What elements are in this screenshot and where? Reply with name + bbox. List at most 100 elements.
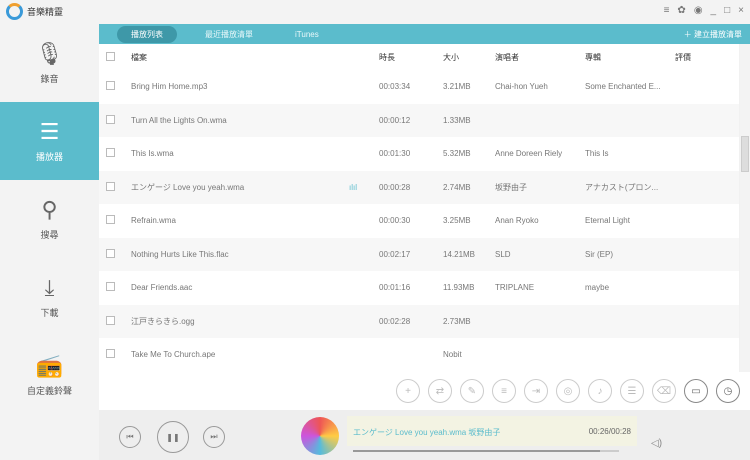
history-button[interactable]: ◷ (716, 379, 740, 403)
convert-icon: ⇄ (435, 385, 445, 397)
now-playing-title: エンゲージ Love you yeah.wma 坂野由子 (353, 428, 501, 437)
artist: Anan Ryoko (495, 216, 539, 226)
tab-bar: 播放列表 最近播放清單 iTunes ＋ 建立播放清單 (99, 24, 750, 44)
search-icon: ⚲ (41, 196, 58, 222)
previous-button[interactable]: ⏮ (119, 426, 141, 448)
add-button[interactable]: + (396, 379, 420, 403)
table-row[interactable]: Nothing Hurts Like This.flac 00:02:17 14… (99, 237, 739, 271)
row-checkbox[interactable] (106, 81, 115, 91)
album-art (301, 417, 339, 455)
row-checkbox[interactable] (106, 315, 115, 325)
sidebar-item-record[interactable]: 🎙 錄音 (0, 24, 99, 102)
row-checkbox[interactable] (106, 282, 115, 292)
next-icon: ⏭ (210, 432, 218, 441)
app-title: 音樂精靈 (27, 7, 64, 17)
artist: TRIPLANE (495, 283, 535, 293)
scrollbar-thumb[interactable] (741, 136, 749, 172)
folder-button[interactable]: ▭ (684, 379, 708, 403)
delete-icon: ⌫ (656, 385, 672, 397)
table-row[interactable]: 江戸きらきら.ogg 00:02:28 2.73MB (99, 304, 739, 338)
table-row[interactable]: Take Me To Church.ape Nobit (99, 338, 739, 372)
skin-icon[interactable]: ◉ (694, 5, 703, 16)
playlist-button[interactable]: ☰ (620, 379, 644, 403)
export-button[interactable]: ⇥ (524, 379, 548, 403)
row-checkbox[interactable] (106, 181, 115, 191)
table-header: 檔案 時長 大小 演唱者 專輯 評價 (99, 44, 739, 70)
sidebar-item-search[interactable]: ⚲ 搜尋 (0, 180, 99, 258)
table-row[interactable]: Turn All the Lights On.wma 00:00:12 1.33… (99, 103, 739, 137)
export-icon: ⇥ (531, 385, 541, 397)
scrollbar[interactable] (740, 44, 750, 372)
progress-bar[interactable] (353, 450, 619, 452)
size: 3.21MB (443, 82, 471, 92)
duration: 00:02:28 (379, 316, 411, 326)
song-table: 檔案 時長 大小 演唱者 專輯 評價 Bring Him Home.mp3 00… (99, 44, 739, 372)
close-button[interactable]: × (738, 5, 744, 16)
sidebar-item-ringtone[interactable]: 📻 自定義鈴聲 (0, 336, 99, 414)
now-playing: エンゲージ Love you yeah.wma 坂野由子 00:26/00:28 (347, 416, 637, 446)
volume-icon[interactable]: ◁) (651, 438, 662, 449)
table-row[interactable]: Dear Friends.aac 00:01:16 11.93MB TRIPLA… (99, 271, 739, 305)
header-artist[interactable]: 演唱者 (495, 52, 585, 63)
sidebar-item-download[interactable]: ⤓ 下載 (0, 258, 99, 336)
tab-playlist[interactable]: 播放列表 (117, 25, 177, 43)
next-button[interactable]: ⏭ (203, 426, 225, 448)
edit-button[interactable]: ✎ (460, 379, 484, 403)
header-album[interactable]: 專輯 (585, 52, 675, 63)
settings-icon[interactable]: ✿ (677, 5, 685, 16)
artist: 坂野由子 (495, 182, 527, 192)
sidebar: 🎙 錄音 ☰ 播放器 ⚲ 搜尋 ⤓ 下載 📻 自定義鈴聲 (0, 24, 99, 460)
row-checkbox[interactable] (106, 215, 115, 225)
size: 14.21MB (443, 249, 476, 259)
cd-button[interactable]: ◎ (556, 379, 580, 403)
tab-recent[interactable]: 最近播放清單 (191, 26, 267, 43)
download-icon: ⤓ (44, 274, 55, 300)
edit-icon: ✎ (467, 385, 477, 397)
header-file[interactable]: 檔案 (131, 52, 349, 63)
microphone-icon: 🎙 (35, 40, 64, 66)
list-button[interactable]: ≡ (492, 379, 516, 403)
header-rating[interactable]: 評價 (675, 52, 735, 63)
title-bar: 音樂精靈 ≡ ✿ ◉ _ □ × (0, 0, 750, 24)
table-row[interactable]: エンゲージ Love you yeah.wma ılıl 00:00:28 2.… (99, 170, 739, 204)
sidebar-item-player[interactable]: ☰ 播放器 (0, 102, 99, 180)
album: Sir (EP) (585, 249, 613, 259)
duration: 00:02:17 (379, 249, 411, 259)
row-checkbox[interactable] (106, 349, 115, 359)
add-icon: + (405, 385, 411, 397)
file-name: Refrain.wma (131, 216, 176, 226)
file-name: Nothing Hurts Like This.flac (131, 249, 229, 259)
logo-icon (6, 3, 23, 20)
cd-icon: ◎ (563, 385, 573, 397)
header-duration[interactable]: 時長 (379, 52, 443, 63)
artist: Chai-hon Yueh (495, 82, 548, 92)
row-checkbox[interactable] (106, 148, 115, 158)
delete-button[interactable]: ⌫ (652, 379, 676, 403)
convert-button[interactable]: ⇄ (428, 379, 452, 403)
file-name: Turn All the Lights On.wma (131, 115, 227, 125)
maximize-button[interactable]: □ (724, 5, 730, 16)
select-all-checkbox[interactable] (106, 51, 115, 61)
table-row[interactable]: Refrain.wma 00:00:30 3.25MB Anan Ryoko E… (99, 204, 739, 238)
row-checkbox[interactable] (106, 248, 115, 258)
previous-icon: ⏮ (126, 432, 134, 441)
history-icon: ◷ (723, 385, 733, 397)
pause-button[interactable]: ❚❚ (157, 421, 189, 453)
progress-fill (353, 450, 601, 452)
playing-indicator-icon: ılıl (349, 182, 357, 192)
album: This Is (585, 149, 609, 159)
sidebar-label: 播放器 (35, 151, 63, 162)
tab-itunes[interactable]: iTunes (281, 27, 333, 42)
new-playlist-button[interactable]: ＋ 建立播放清單 (684, 29, 742, 40)
menu-icon[interactable]: ≡ (664, 5, 670, 16)
size: 2.73MB (443, 316, 471, 326)
toolbar: + ⇄ ✎ ≡ ⇥ ◎ ♪ ☰ ⌫ ▭ ◷ (99, 372, 750, 410)
header-size[interactable]: 大小 (443, 52, 495, 63)
row-checkbox[interactable] (106, 114, 115, 124)
album: Some Enchanted E... (585, 82, 661, 92)
minimize-button[interactable]: _ (711, 5, 717, 16)
table-row[interactable]: This Is.wma 00:01:30 5.32MB Anne Doreen … (99, 137, 739, 171)
table-row[interactable]: Bring Him Home.mp3 00:03:34 3.21MB Chai-… (99, 70, 739, 104)
ringtone-button[interactable]: ♪ (588, 379, 612, 403)
play-time: 00:26/00:28 (588, 427, 631, 436)
